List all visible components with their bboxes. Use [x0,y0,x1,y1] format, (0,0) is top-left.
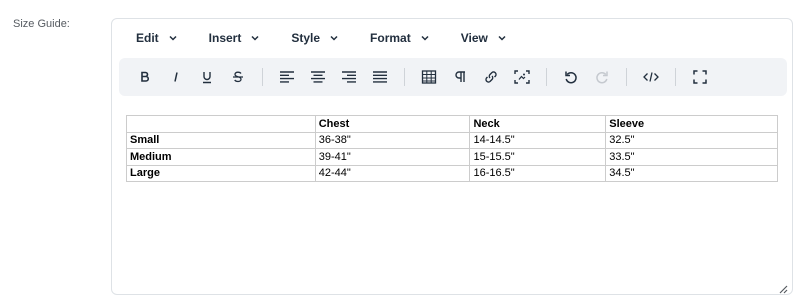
table-icon [421,70,437,84]
table-cell[interactable]: Medium [126,148,316,166]
table-cell[interactable]: 36-38" [314,131,471,149]
menu-view[interactable]: View [451,25,517,51]
table-row: Large 42-44" 16-16.5" 34.5" [126,164,778,182]
table-header-cell[interactable]: Sleeve [605,115,778,133]
redo-icon [596,71,608,84]
toolbar-divider [262,68,263,86]
bold-button[interactable] [131,63,159,91]
rich-text-editor: Edit Insert Style Format View Chest Neck… [111,18,793,295]
table-cell[interactable]: 39-41" [314,148,471,166]
menu-edit[interactable]: Edit [126,25,188,51]
menubar: Edit Insert Style Format View [112,19,792,57]
undo-icon [565,71,577,84]
menu-insert[interactable]: Insert [199,25,271,51]
align-left-button[interactable] [273,63,301,91]
chevron-down-icon [250,33,260,43]
fullscreen-icon [693,70,707,84]
size-guide-label: Size Guide: [13,18,70,30]
table-header-cell[interactable]: Neck [469,115,607,133]
toolbar [119,58,787,96]
table-cell[interactable]: 16-16.5" [469,164,607,182]
italic-icon [174,72,178,82]
toolbar-divider [404,68,405,86]
italic-button[interactable] [162,63,190,91]
fullscreen-button[interactable] [686,63,714,91]
strikethrough-button[interactable] [224,63,252,91]
undo-button[interactable] [557,63,585,91]
chevron-down-icon [329,33,339,43]
source-code-icon [643,72,659,82]
strikethrough-icon [233,71,243,83]
chevron-down-icon [420,33,430,43]
table-cell[interactable]: 42-44" [314,164,471,182]
table-cell[interactable]: Large [126,164,316,182]
table-row: Small 36-38" 14-14.5" 32.5" [126,131,778,149]
link-icon [485,71,497,83]
align-left-icon [280,71,294,83]
table-cell[interactable]: Small [126,131,316,149]
menu-format[interactable]: Format [360,25,440,51]
size-guide-table[interactable]: Chest Neck Sleeve Small 36-38" 14-14.5" … [126,115,778,182]
table-cell[interactable]: 33.5" [605,148,778,166]
menu-insert-label: Insert [208,31,242,45]
align-center-button[interactable] [304,63,332,91]
redo-button[interactable] [588,63,616,91]
menu-style[interactable]: Style [281,25,349,51]
toolbar-divider [675,68,676,86]
image-button[interactable] [508,63,536,91]
bold-icon [141,71,150,82]
align-justify-icon [373,71,387,83]
table-header-cell[interactable] [126,115,316,133]
menu-view-label: View [460,31,488,45]
table-row: Medium 39-41" 15-15.5" 33.5" [126,148,778,166]
align-center-icon [311,71,325,83]
chevron-down-icon [497,33,507,43]
menu-edit-label: Edit [136,31,159,45]
table-header-cell[interactable]: Chest [314,115,471,133]
underline-icon [203,72,211,84]
toolbar-divider [626,68,627,86]
editor-content[interactable]: Chest Neck Sleeve Small 36-38" 14-14.5" … [126,115,778,182]
image-icon [514,70,530,84]
table-cell[interactable]: 32.5" [605,131,778,149]
align-right-icon [342,71,356,83]
menu-format-label: Format [370,31,411,45]
paragraph-mark-button[interactable] [446,63,474,91]
paragraph-mark-icon [455,71,465,82]
table-cell[interactable]: 14-14.5" [469,131,607,149]
align-right-button[interactable] [335,63,363,91]
table-button[interactable] [415,63,443,91]
align-justify-button[interactable] [366,63,394,91]
table-header-row: Chest Neck Sleeve [126,115,778,133]
source-code-button[interactable] [637,63,665,91]
resize-handle-icon[interactable] [779,281,788,294]
underline-button[interactable] [193,63,221,91]
menu-style-label: Style [291,31,321,45]
table-cell[interactable]: 15-15.5" [469,148,607,166]
chevron-down-icon [168,33,178,43]
table-cell[interactable]: 34.5" [605,164,778,182]
toolbar-divider [546,68,547,86]
link-button[interactable] [477,63,505,91]
